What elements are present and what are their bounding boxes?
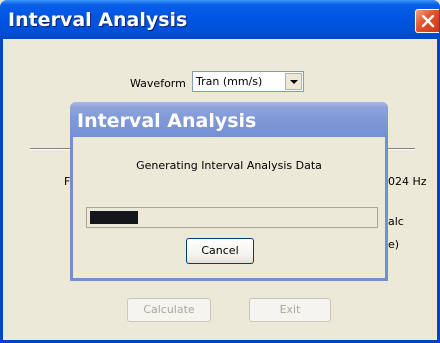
progress-bar [86, 207, 378, 228]
separator-line [30, 148, 75, 150]
partial-label: alc [388, 215, 404, 228]
close-button[interactable] [415, 9, 439, 33]
partial-frequency-value: 024 Hz [388, 175, 427, 188]
window-border-left [0, 39, 3, 343]
dropdown-arrow-button[interactable] [285, 73, 302, 90]
exit-button[interactable]: Exit [249, 298, 331, 322]
progress-bar-fill [90, 211, 138, 224]
separator-line [385, 148, 415, 150]
dialog-titlebar[interactable]: Interval Analysis [70, 102, 388, 137]
window-title: Interval Analysis [8, 9, 188, 31]
waveform-selected-value: Tran (mm/s) [196, 75, 263, 88]
calculate-button[interactable]: Calculate [127, 298, 211, 322]
progress-message: Generating Interval Analysis Data [136, 159, 322, 172]
waveform-select[interactable]: Tran (mm/s) [192, 71, 304, 92]
main-titlebar[interactable]: Interval Analysis [0, 0, 440, 39]
waveform-label: Waveform [130, 77, 186, 90]
dialog-title: Interval Analysis [77, 110, 257, 132]
chevron-down-icon [290, 80, 298, 84]
cancel-button[interactable]: Cancel [186, 238, 254, 264]
progress-dialog: Interval Analysis Generating Interval An… [70, 102, 388, 281]
partial-label: e) [388, 238, 400, 251]
close-icon [421, 14, 435, 28]
